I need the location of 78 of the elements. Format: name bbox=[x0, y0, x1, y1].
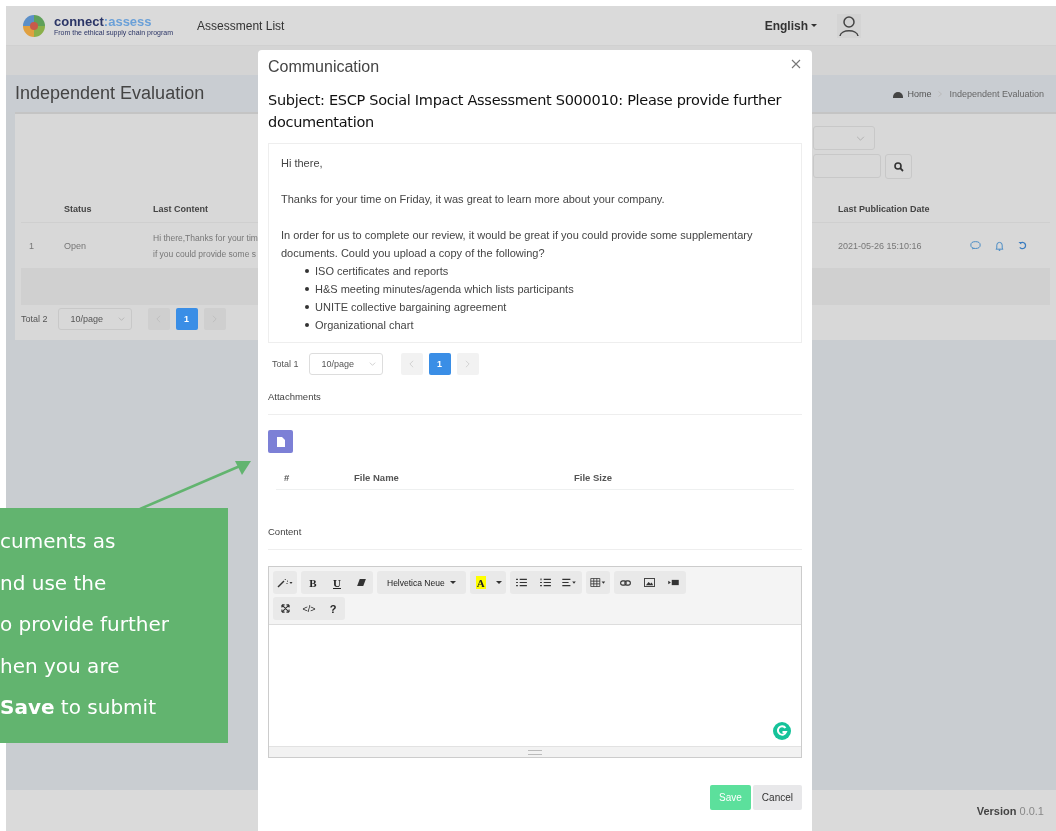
status-cell-text: Open bbox=[63, 240, 88, 251]
column-header: File Size bbox=[573, 471, 613, 483]
total-count: Total 2 bbox=[21, 314, 48, 324]
chat-icon[interactable] bbox=[970, 241, 981, 250]
page-title: Independent Evaluation bbox=[15, 83, 205, 104]
bold-button[interactable]: B bbox=[301, 571, 325, 594]
image-icon bbox=[644, 578, 656, 587]
chevron-down-icon bbox=[856, 135, 865, 141]
numbered-list-icon bbox=[540, 578, 552, 587]
row-number: 1 bbox=[28, 240, 35, 251]
callout-text: o provide further bbox=[0, 611, 171, 638]
table-icon bbox=[589, 578, 606, 587]
callout-text: hen you are bbox=[0, 652, 121, 680]
user-icon[interactable] bbox=[837, 13, 861, 38]
bullet-icon bbox=[305, 269, 309, 273]
list-item: UNITE collective bargaining agreement bbox=[315, 300, 507, 315]
fullscreen-icon bbox=[280, 604, 290, 613]
undo-icon[interactable] bbox=[1018, 241, 1027, 250]
bullet-icon bbox=[305, 287, 309, 291]
help-button[interactable]: ? bbox=[321, 597, 345, 620]
search-button[interactable] bbox=[885, 154, 912, 179]
page-size-select[interactable]: 10/page bbox=[308, 353, 383, 375]
search-icon bbox=[893, 161, 904, 172]
code-view-button[interactable]: </> bbox=[297, 597, 321, 620]
callout-text: Save to submit bbox=[0, 694, 157, 721]
list-item: H&S meeting minutes/agenda which lists participants bbox=[315, 282, 574, 297]
section-label: Content bbox=[268, 526, 303, 537]
version-label: Version 0.0.1 bbox=[976, 804, 1044, 817]
message-paragraph: Hi there, bbox=[281, 156, 323, 171]
callout-text: nd use the bbox=[0, 569, 108, 597]
font-family-dropdown[interactable]: Helvetica Neue bbox=[377, 571, 466, 594]
column-header: Last Publication Date bbox=[837, 203, 931, 214]
bell-icon[interactable] bbox=[995, 240, 1004, 251]
content-preview-line: Hi there,Thanks for your tim bbox=[153, 232, 258, 243]
bulleted-list-icon bbox=[516, 578, 528, 587]
message-paragraph: In order for us to complete our review, it would be great if you could provide some supplementary documents. Could you upload a copy of the following? bbox=[281, 228, 754, 261]
assessment-list-link[interactable]: Assessment List bbox=[197, 18, 285, 33]
cancel-button[interactable]: Cancel bbox=[752, 785, 802, 810]
search-field[interactable] bbox=[813, 154, 881, 178]
underline-button[interactable]: U bbox=[325, 571, 349, 594]
column-header: Last Content bbox=[152, 203, 209, 214]
column-header: Status bbox=[63, 203, 93, 214]
file-icon bbox=[276, 436, 285, 447]
close-button[interactable] bbox=[790, 58, 802, 70]
total-count: Total 1 bbox=[272, 359, 299, 369]
content-preview-line: if you could provide some s bbox=[153, 248, 256, 259]
text-color-button[interactable]: A bbox=[475, 576, 486, 589]
bullet-icon bbox=[305, 305, 309, 309]
breadcrumb-link[interactable]: Home bbox=[907, 88, 932, 99]
list-item: ISO certificates and reports bbox=[315, 264, 449, 279]
dashboard-icon bbox=[893, 89, 904, 98]
message-paragraph: Thanks for your time on Friday, it was great to learn more about your company. bbox=[281, 192, 665, 207]
column-header: File Name bbox=[353, 471, 400, 483]
chevron-left-icon bbox=[409, 360, 415, 368]
date-cell-text: 2021-05-26 15:10:16 bbox=[837, 240, 923, 251]
chevron-right-icon bbox=[465, 360, 471, 368]
language-dropdown[interactable]: English bbox=[764, 18, 817, 33]
breadcrumb-link[interactable]: Independent Evaluation bbox=[949, 88, 1044, 99]
puzzle-logo-icon bbox=[22, 13, 46, 38]
eraser-icon bbox=[356, 579, 366, 586]
list-item: Organizational chart bbox=[315, 318, 414, 333]
section-label: Attachments bbox=[268, 391, 322, 402]
callout-text: cuments as bbox=[0, 528, 117, 555]
message-subject: Subject: ESCP Social Impact Assessment S000010: Please provide further documentation bbox=[268, 91, 783, 132]
close-icon bbox=[791, 59, 801, 69]
dialog-title: Communication bbox=[268, 58, 380, 76]
page-size-select[interactable]: 10/page bbox=[57, 308, 132, 330]
magic-wand-icon bbox=[277, 577, 293, 588]
grammar-assistant-icon[interactable] bbox=[773, 722, 791, 740]
brand-name: connect:assess bbox=[54, 15, 153, 28]
link-icon bbox=[620, 579, 632, 586]
bullet-icon bbox=[305, 323, 309, 327]
resize-handle[interactable] bbox=[269, 746, 801, 757]
align-left-icon bbox=[562, 578, 578, 587]
chevron-down-icon bbox=[368, 362, 376, 366]
video-icon bbox=[668, 579, 680, 586]
upload-button[interactable] bbox=[268, 430, 293, 453]
column-header: # bbox=[283, 471, 291, 483]
